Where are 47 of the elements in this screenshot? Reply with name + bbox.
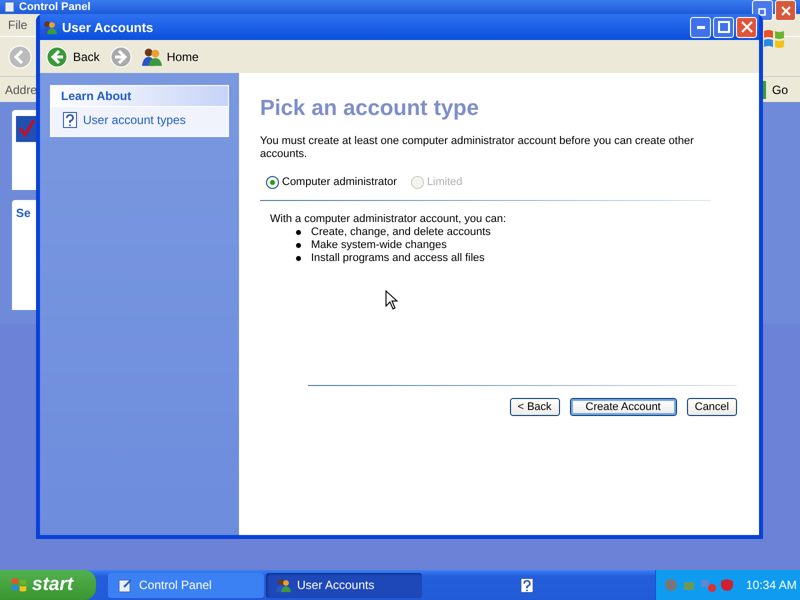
clock: 10:34 AM (746, 578, 797, 592)
intro-text: You must create at least one computer administrator account before you can create other accounts. (260, 135, 695, 161)
flag-logo-icon (762, 28, 786, 50)
bullet-text: Create, change, and delete accounts (311, 226, 491, 239)
close-icon (740, 21, 752, 33)
bullet-text: Make system-wide changes (311, 239, 447, 252)
window-title: User Accounts (62, 20, 154, 34)
info-text: With a computer administrator account, you can: (270, 213, 507, 226)
bullet-icon (296, 256, 301, 261)
bullet-icon (296, 243, 301, 248)
restore-icon (758, 6, 768, 16)
taskbar-button[interactable]: Control Panel (108, 572, 264, 598)
help-link[interactable]: User account types (51, 107, 228, 136)
shield-icon[interactable] (720, 578, 734, 592)
users-icon (276, 578, 291, 592)
help-icon (63, 112, 77, 128)
bullet-icon (296, 230, 301, 235)
dialog-button[interactable]: Create Account (570, 398, 677, 416)
dialog-button[interactable]: < Back (510, 398, 560, 416)
mouse-cursor-icon (385, 290, 399, 310)
panel-heading: Learn About (51, 86, 228, 107)
page-title: Pick an account type (260, 95, 480, 121)
control-panel-icon (4, 1, 15, 13)
close-button[interactable] (775, 0, 796, 21)
taskbar-button[interactable]: User Accounts (266, 572, 422, 598)
maximize-button[interactable] (713, 16, 734, 38)
flag-logo-icon (10, 577, 28, 593)
users-icon (42, 20, 57, 34)
window-title: Control Panel (19, 0, 91, 14)
bullet-text: Install programs and access all files (311, 252, 485, 265)
radio-button[interactable] (266, 176, 279, 188)
dialog-button[interactable]: Cancel (686, 398, 737, 416)
menu-item[interactable]: File (8, 18, 28, 32)
close-button[interactable] (736, 16, 757, 38)
maximize-icon (718, 21, 730, 33)
checklist-icon (16, 116, 38, 142)
control-panel-icon (118, 578, 133, 592)
help-icon (520, 578, 534, 592)
address-label: Addre (5, 82, 38, 96)
panel-heading: Se (16, 206, 32, 220)
minimize-button[interactable] (690, 16, 711, 38)
home-button[interactable]: Home (140, 46, 201, 66)
users-icon (142, 46, 162, 66)
minimize-icon (696, 26, 704, 28)
radio-option[interactable]: Computer administrator (266, 176, 397, 188)
close-icon (780, 6, 790, 16)
back-button[interactable]: Back (44, 46, 102, 68)
